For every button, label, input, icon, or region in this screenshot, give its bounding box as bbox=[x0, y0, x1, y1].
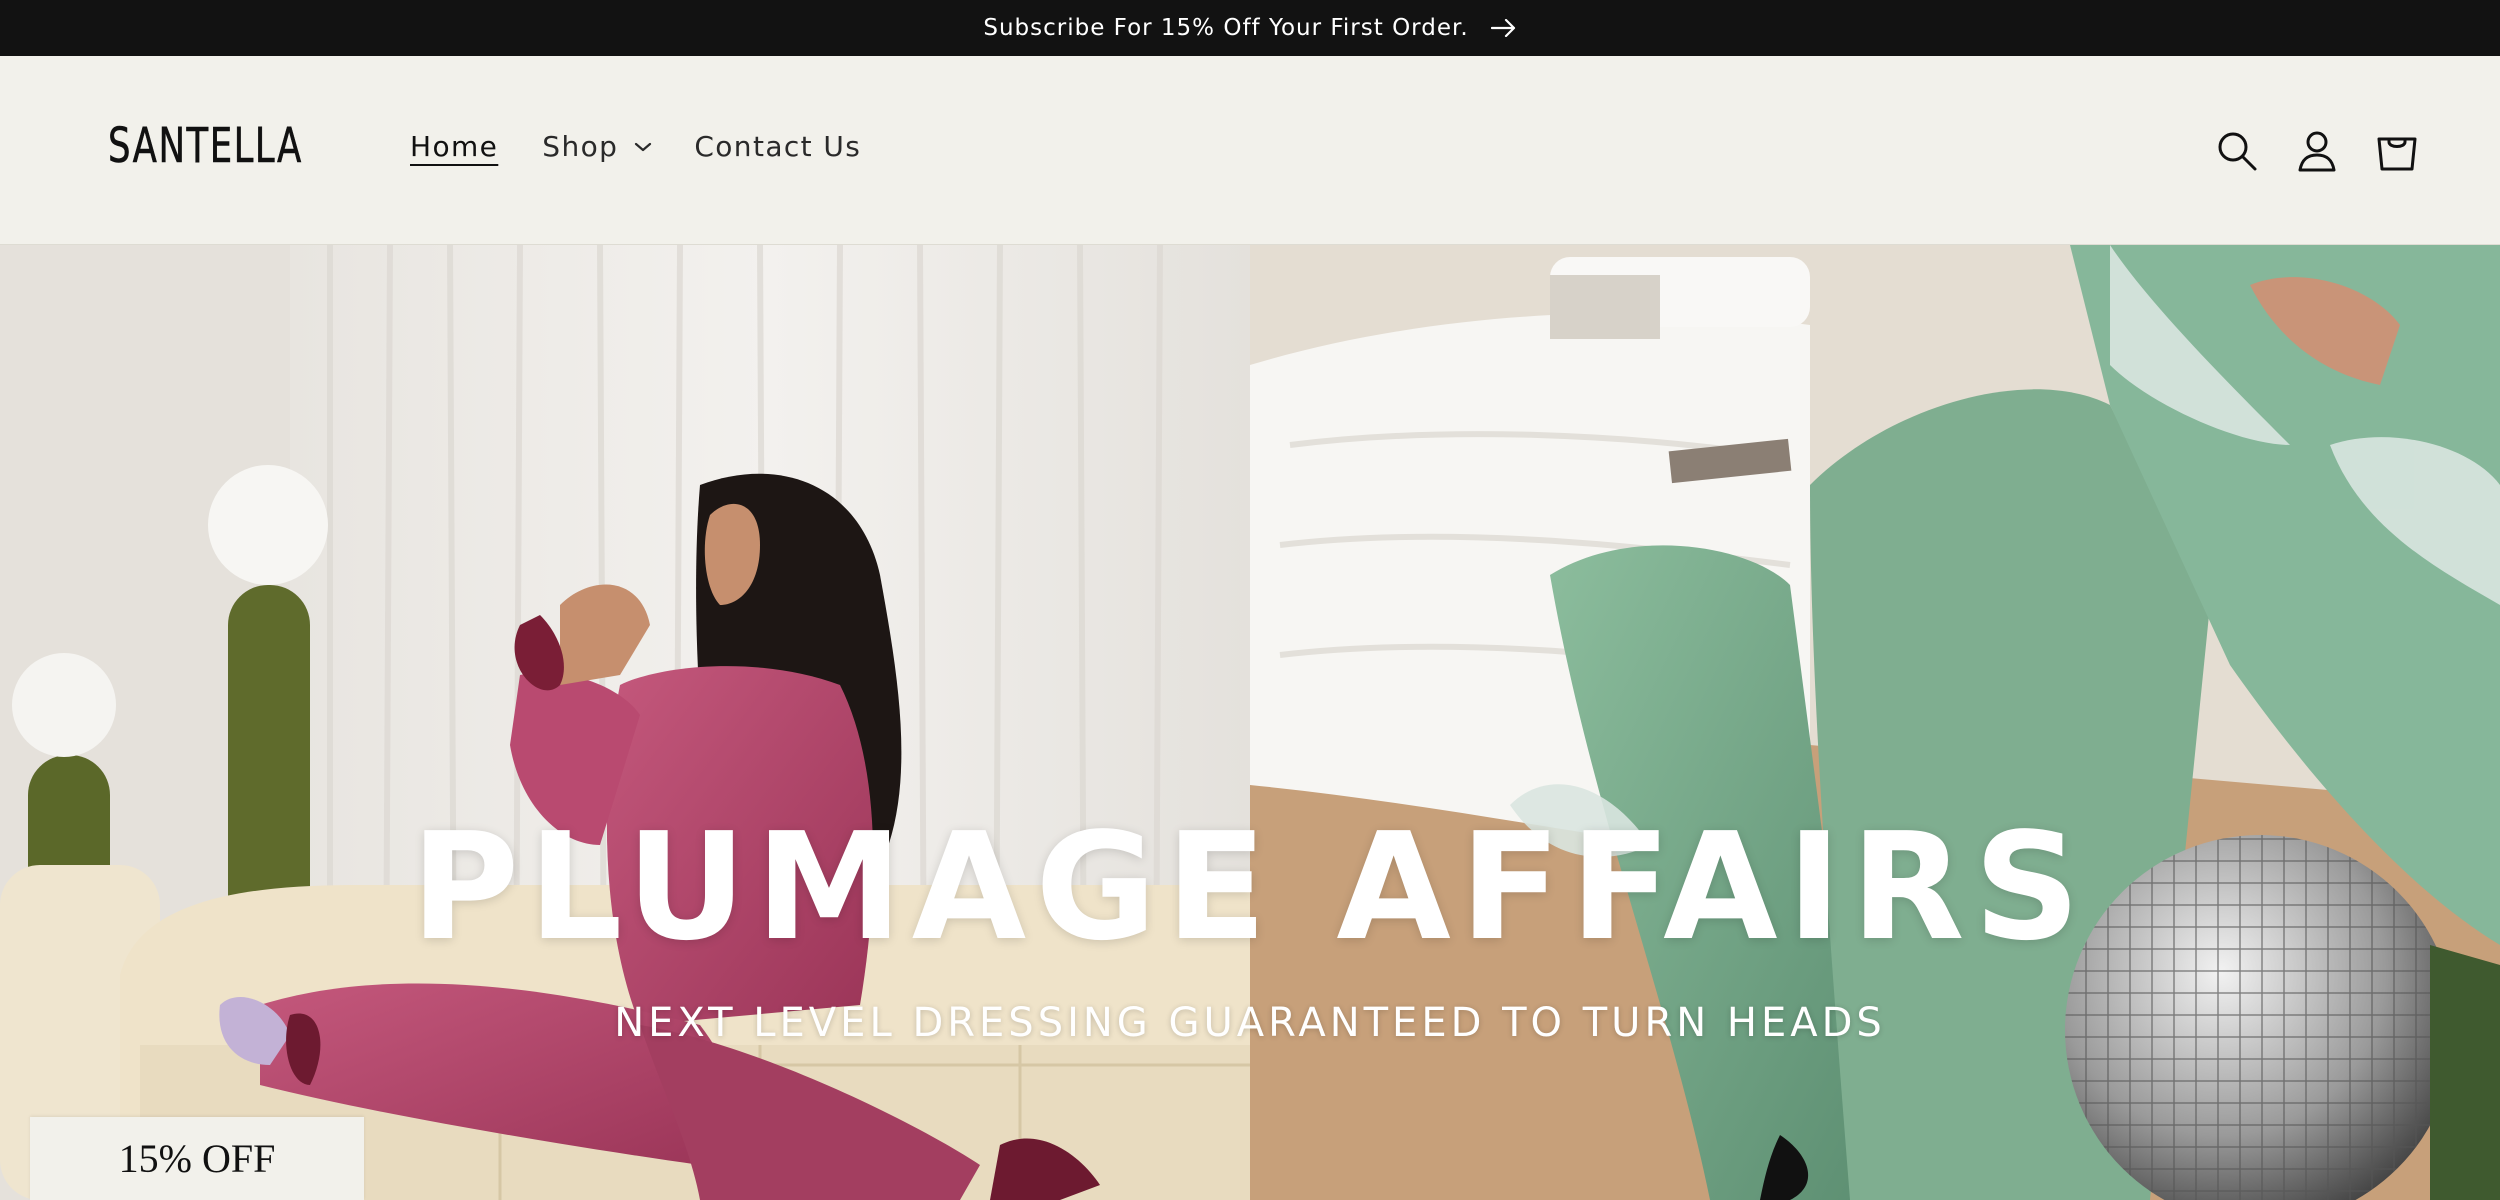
search-icon bbox=[2218, 132, 2257, 171]
hero-image-right bbox=[1250, 245, 2500, 1200]
announcement-bar: Subscribe For 15% Off Your First Order. bbox=[0, 0, 2500, 56]
nav-item-home[interactable]: Home bbox=[410, 130, 498, 163]
hero-photo-green-outfit bbox=[1250, 245, 2500, 1200]
hero-banner[interactable]: PLUMAGE AFFAIRS NEXT LEVEL DRESSING GUAR… bbox=[0, 245, 2500, 1200]
search-button[interactable] bbox=[2214, 128, 2260, 174]
nav-item-shop[interactable]: Shop bbox=[542, 130, 652, 163]
nav-item-contact[interactable]: Contact Us bbox=[694, 130, 861, 163]
hero-subtitle: NEXT LEVEL DRESSING GUARANTEED TO TURN H… bbox=[614, 1000, 1886, 1046]
announcement-link[interactable]: Subscribe For 15% Off Your First Order. bbox=[983, 15, 1516, 41]
main-nav: Home Shop Contact Us bbox=[410, 130, 861, 163]
hero-photo-pink-outfit bbox=[0, 245, 1250, 1200]
brand-logo[interactable]: SANTELLA bbox=[108, 118, 303, 175]
hero-title: PLUMAGE AFFAIRS bbox=[410, 801, 2090, 973]
cart-button[interactable] bbox=[2374, 128, 2420, 174]
nav-item-shop-label: Shop bbox=[542, 130, 619, 163]
discount-popup-tab[interactable]: 15% OFF bbox=[30, 1117, 364, 1200]
announcement-text: Subscribe For 15% Off Your First Order. bbox=[983, 15, 1469, 41]
chevron-down-icon bbox=[635, 142, 652, 151]
account-button[interactable] bbox=[2294, 128, 2340, 174]
cart-icon bbox=[2377, 137, 2417, 171]
site-header: SANTELLA Home Shop Contact Us bbox=[0, 56, 2500, 245]
arrow-right-icon bbox=[1490, 19, 1515, 37]
account-icon bbox=[2298, 131, 2336, 172]
hero-image-left bbox=[0, 245, 1250, 1200]
